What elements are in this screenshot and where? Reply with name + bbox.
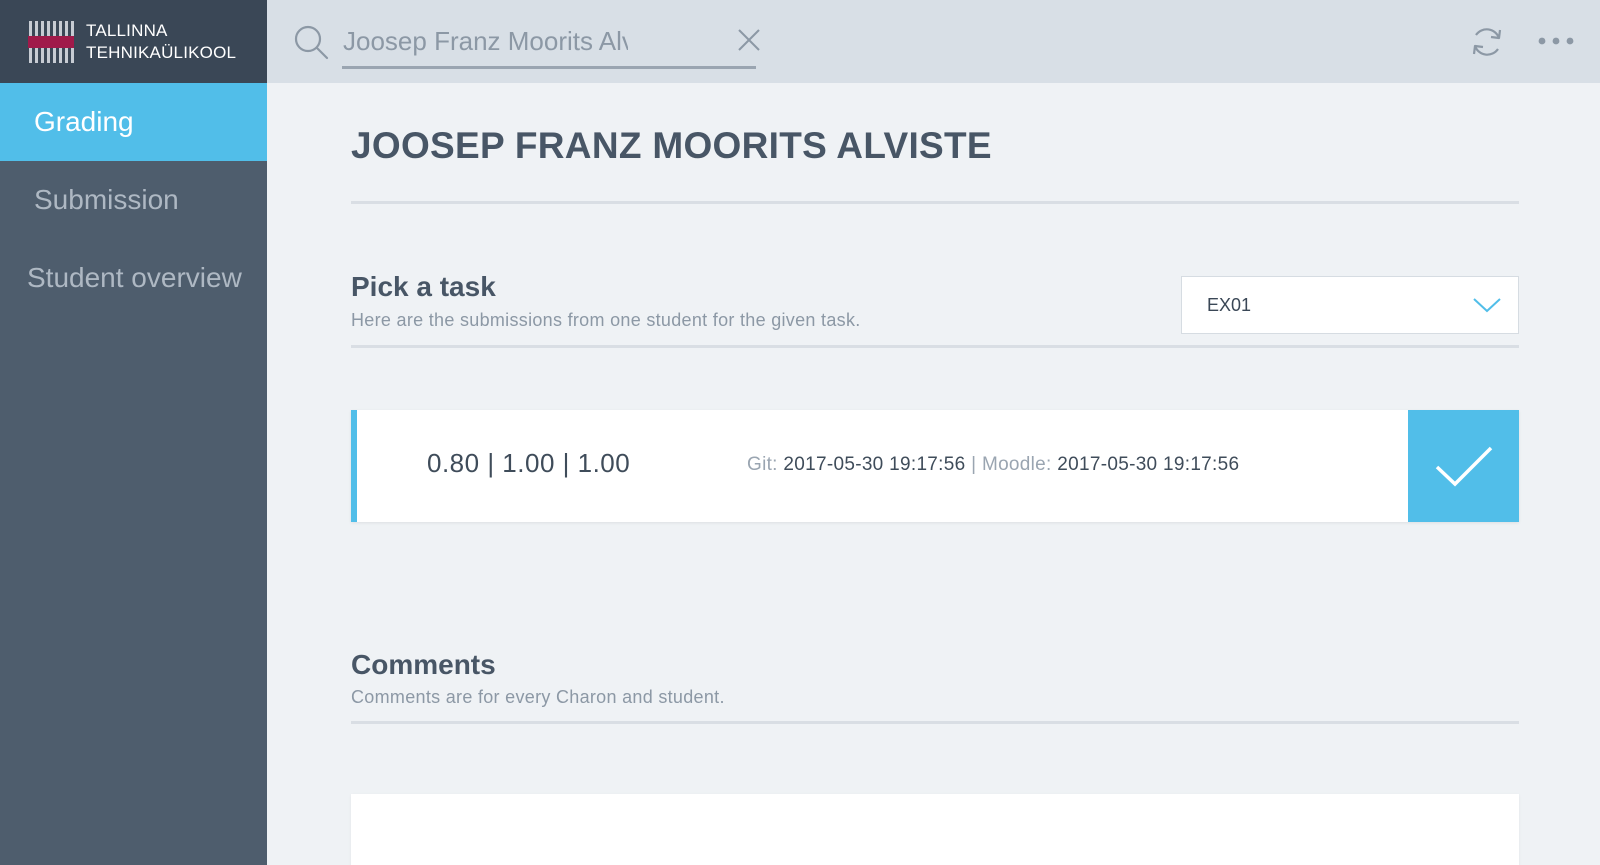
more-icon[interactable]	[1537, 36, 1577, 46]
sidebar-item-label: Student overview	[27, 262, 242, 293]
task-select-value: EX01	[1207, 294, 1252, 315]
sidebar-item-label: Grading	[34, 106, 134, 137]
search-input[interactable]	[343, 18, 628, 64]
moodle-label: Moodle:	[981, 454, 1052, 475]
task-section-title: Pick a task	[351, 271, 496, 302]
main-content: JOOSEP FRANZ MOORITS ALVISTE Pick a task…	[267, 83, 1600, 865]
sidebar-item-student-overview[interactable]: Student overview	[0, 239, 267, 317]
task-section-subtitle: Here are the submissions from one studen…	[351, 310, 861, 330]
brand-line-1: TALLINNA	[86, 20, 168, 40]
search-icon	[294, 25, 329, 60]
submission-grades: 0.80 | 1.00 | 1.00	[427, 448, 631, 478]
task-select[interactable]: EX01	[1181, 276, 1519, 334]
brand-line-2: TEHNIKAÜLIKOOL	[86, 42, 237, 62]
university-logo-icon	[28, 19, 74, 65]
comments-section-subtitle: Comments are for every Charon and studen…	[351, 687, 725, 707]
title-divider	[351, 201, 1519, 204]
refresh-icon[interactable]	[1469, 24, 1505, 60]
comment-box[interactable]	[351, 794, 1519, 865]
top-bar	[267, 0, 1600, 83]
submission-card[interactable]: 0.80 | 1.00 | 1.00 Git: 2017-05-30 19:17…	[351, 410, 1519, 522]
sidebar-item-grading[interactable]: Grading	[0, 83, 267, 161]
brand-name: TALLINNA TEHNIKAÜLIKOOL	[86, 20, 236, 64]
moodle-time: 2017-05-30 19:17:56	[1057, 454, 1240, 475]
comments-divider	[351, 721, 1519, 724]
sidebar-item-submission[interactable]: Submission	[0, 161, 267, 239]
chevron-down-icon	[1473, 298, 1501, 313]
comments-section-title: Comments	[351, 649, 496, 680]
search-underline	[342, 66, 756, 69]
close-icon[interactable]	[737, 28, 761, 52]
task-divider	[351, 345, 1519, 348]
page-title: JOOSEP FRANZ MOORITS ALVISTE	[351, 125, 992, 166]
git-label: Git:	[747, 454, 778, 475]
submission-meta: Git: 2017-05-30 19:17:56 | Moodle: 2017-…	[747, 454, 1239, 476]
meta-separator: |	[971, 454, 977, 475]
confirm-submission-button[interactable]	[1408, 410, 1519, 522]
logo: TALLINNA TEHNIKAÜLIKOOL	[0, 0, 267, 83]
check-icon	[1435, 446, 1493, 487]
git-time: 2017-05-30 19:17:56	[783, 454, 966, 475]
sidebar: TALLINNA TEHNIKAÜLIKOOL Grading Submissi…	[0, 0, 267, 865]
sidebar-item-label: Submission	[34, 184, 179, 215]
